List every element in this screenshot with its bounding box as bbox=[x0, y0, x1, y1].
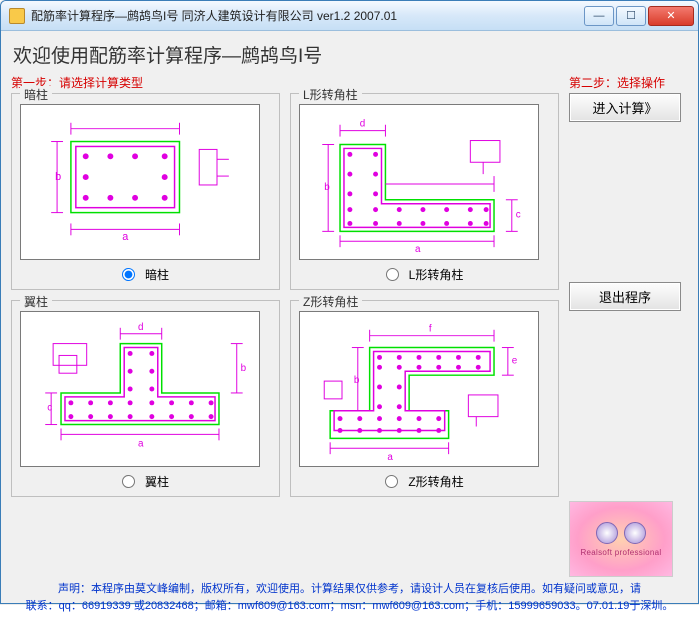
window-controls: — ☐ ✕ bbox=[584, 6, 694, 26]
group-zshape: Z形转角柱 bbox=[290, 300, 559, 497]
app-window: 配筋率计算程序—鹧鸪鸟I号 同济人建筑设计有限公司 ver1.2 2007.01… bbox=[0, 0, 699, 604]
window-title: 配筋率计算程序—鹧鸪鸟I号 同济人建筑设计有限公司 ver1.2 2007.01 bbox=[31, 7, 584, 24]
shell-icon bbox=[596, 522, 618, 544]
group-anzhu: 暗柱 bbox=[11, 93, 280, 290]
svg-text:c: c bbox=[47, 403, 52, 414]
group-yizhu: 翼柱 bbox=[11, 300, 280, 497]
svg-text:c: c bbox=[516, 210, 521, 221]
step1-label: 第一步：请选择计算类型 bbox=[11, 74, 559, 91]
diagram-lshape: d b c a bbox=[299, 104, 539, 260]
step2-panel: 第二步：选择操作 进入计算》 退出程序 Realsoft professiona… bbox=[569, 74, 681, 577]
footer-line2: 联系：qq：66919339 或20832468；邮箱：mwf609@163.c… bbox=[17, 598, 682, 615]
svg-text:b: b bbox=[241, 363, 247, 374]
step2-label: 第二步：选择操作 bbox=[569, 74, 681, 91]
radio-yizhu-input[interactable] bbox=[122, 475, 135, 488]
group-lshape: L形转角柱 bbox=[290, 93, 559, 290]
titlebar: 配筋率计算程序—鹧鸪鸟I号 同济人建筑设计有限公司 ver1.2 2007.01… bbox=[1, 1, 698, 31]
svg-text:f: f bbox=[429, 324, 432, 335]
radio-zshape-input[interactable] bbox=[385, 475, 398, 488]
radio-zshape[interactable]: Z形转角柱 bbox=[299, 467, 550, 492]
footer: 声明：本程序由莫文峰编制，版权所有，欢迎使用。计算结果仅供参考，请设计人员在复核… bbox=[11, 581, 688, 614]
svg-text:e: e bbox=[512, 355, 518, 366]
maximize-button[interactable]: ☐ bbox=[616, 6, 646, 26]
diagram-zshape: f e b a bbox=[299, 311, 539, 467]
svg-text:a: a bbox=[387, 452, 393, 463]
group-legend: 翼柱 bbox=[20, 293, 52, 310]
radio-anzhu[interactable]: 暗柱 bbox=[20, 260, 271, 285]
svg-text:d: d bbox=[360, 119, 365, 130]
svg-text:d: d bbox=[138, 322, 143, 333]
brand-logo: Realsoft professional bbox=[569, 501, 673, 577]
radio-yizhu-label: 翼柱 bbox=[145, 473, 169, 490]
svg-text:a: a bbox=[122, 231, 129, 243]
svg-text:b: b bbox=[354, 375, 360, 386]
radio-zshape-label: Z形转角柱 bbox=[408, 473, 463, 490]
minimize-button[interactable]: — bbox=[584, 6, 614, 26]
radio-anzhu-label: 暗柱 bbox=[145, 266, 169, 283]
group-legend: Z形转角柱 bbox=[299, 293, 362, 310]
group-legend: L形转角柱 bbox=[299, 86, 362, 103]
diagram-yizhu: d b c a bbox=[20, 311, 260, 467]
radio-yizhu[interactable]: 翼柱 bbox=[20, 467, 271, 492]
close-button[interactable]: ✕ bbox=[648, 6, 694, 26]
svg-text:a: a bbox=[415, 244, 421, 255]
step1-panel: 第一步：请选择计算类型 暗柱 bbox=[11, 74, 559, 577]
radio-anzhu-input[interactable] bbox=[122, 268, 135, 281]
enter-calc-button[interactable]: 进入计算》 bbox=[569, 93, 681, 122]
app-icon bbox=[9, 8, 25, 24]
radio-lshape[interactable]: L形转角柱 bbox=[299, 260, 550, 285]
svg-text:a: a bbox=[138, 438, 144, 449]
radio-lshape-input[interactable] bbox=[386, 268, 399, 281]
diagram-anzhu: b a bbox=[20, 104, 260, 260]
svg-text:b: b bbox=[324, 182, 330, 193]
footer-line1: 声明：本程序由莫文峰编制，版权所有，欢迎使用。计算结果仅供参考，请设计人员在复核… bbox=[17, 581, 682, 598]
logo-text: Realsoft professional bbox=[580, 548, 661, 557]
page-title: 欢迎使用配筋率计算程序—鹧鸪鸟I号 bbox=[11, 39, 688, 74]
group-legend: 暗柱 bbox=[20, 86, 52, 103]
exit-button[interactable]: 退出程序 bbox=[569, 282, 681, 311]
svg-text:b: b bbox=[55, 171, 61, 183]
client-area: 欢迎使用配筋率计算程序—鹧鸪鸟I号 第一步：请选择计算类型 暗柱 bbox=[1, 31, 698, 618]
radio-lshape-label: L形转角柱 bbox=[409, 266, 464, 283]
shell-icon bbox=[624, 522, 646, 544]
